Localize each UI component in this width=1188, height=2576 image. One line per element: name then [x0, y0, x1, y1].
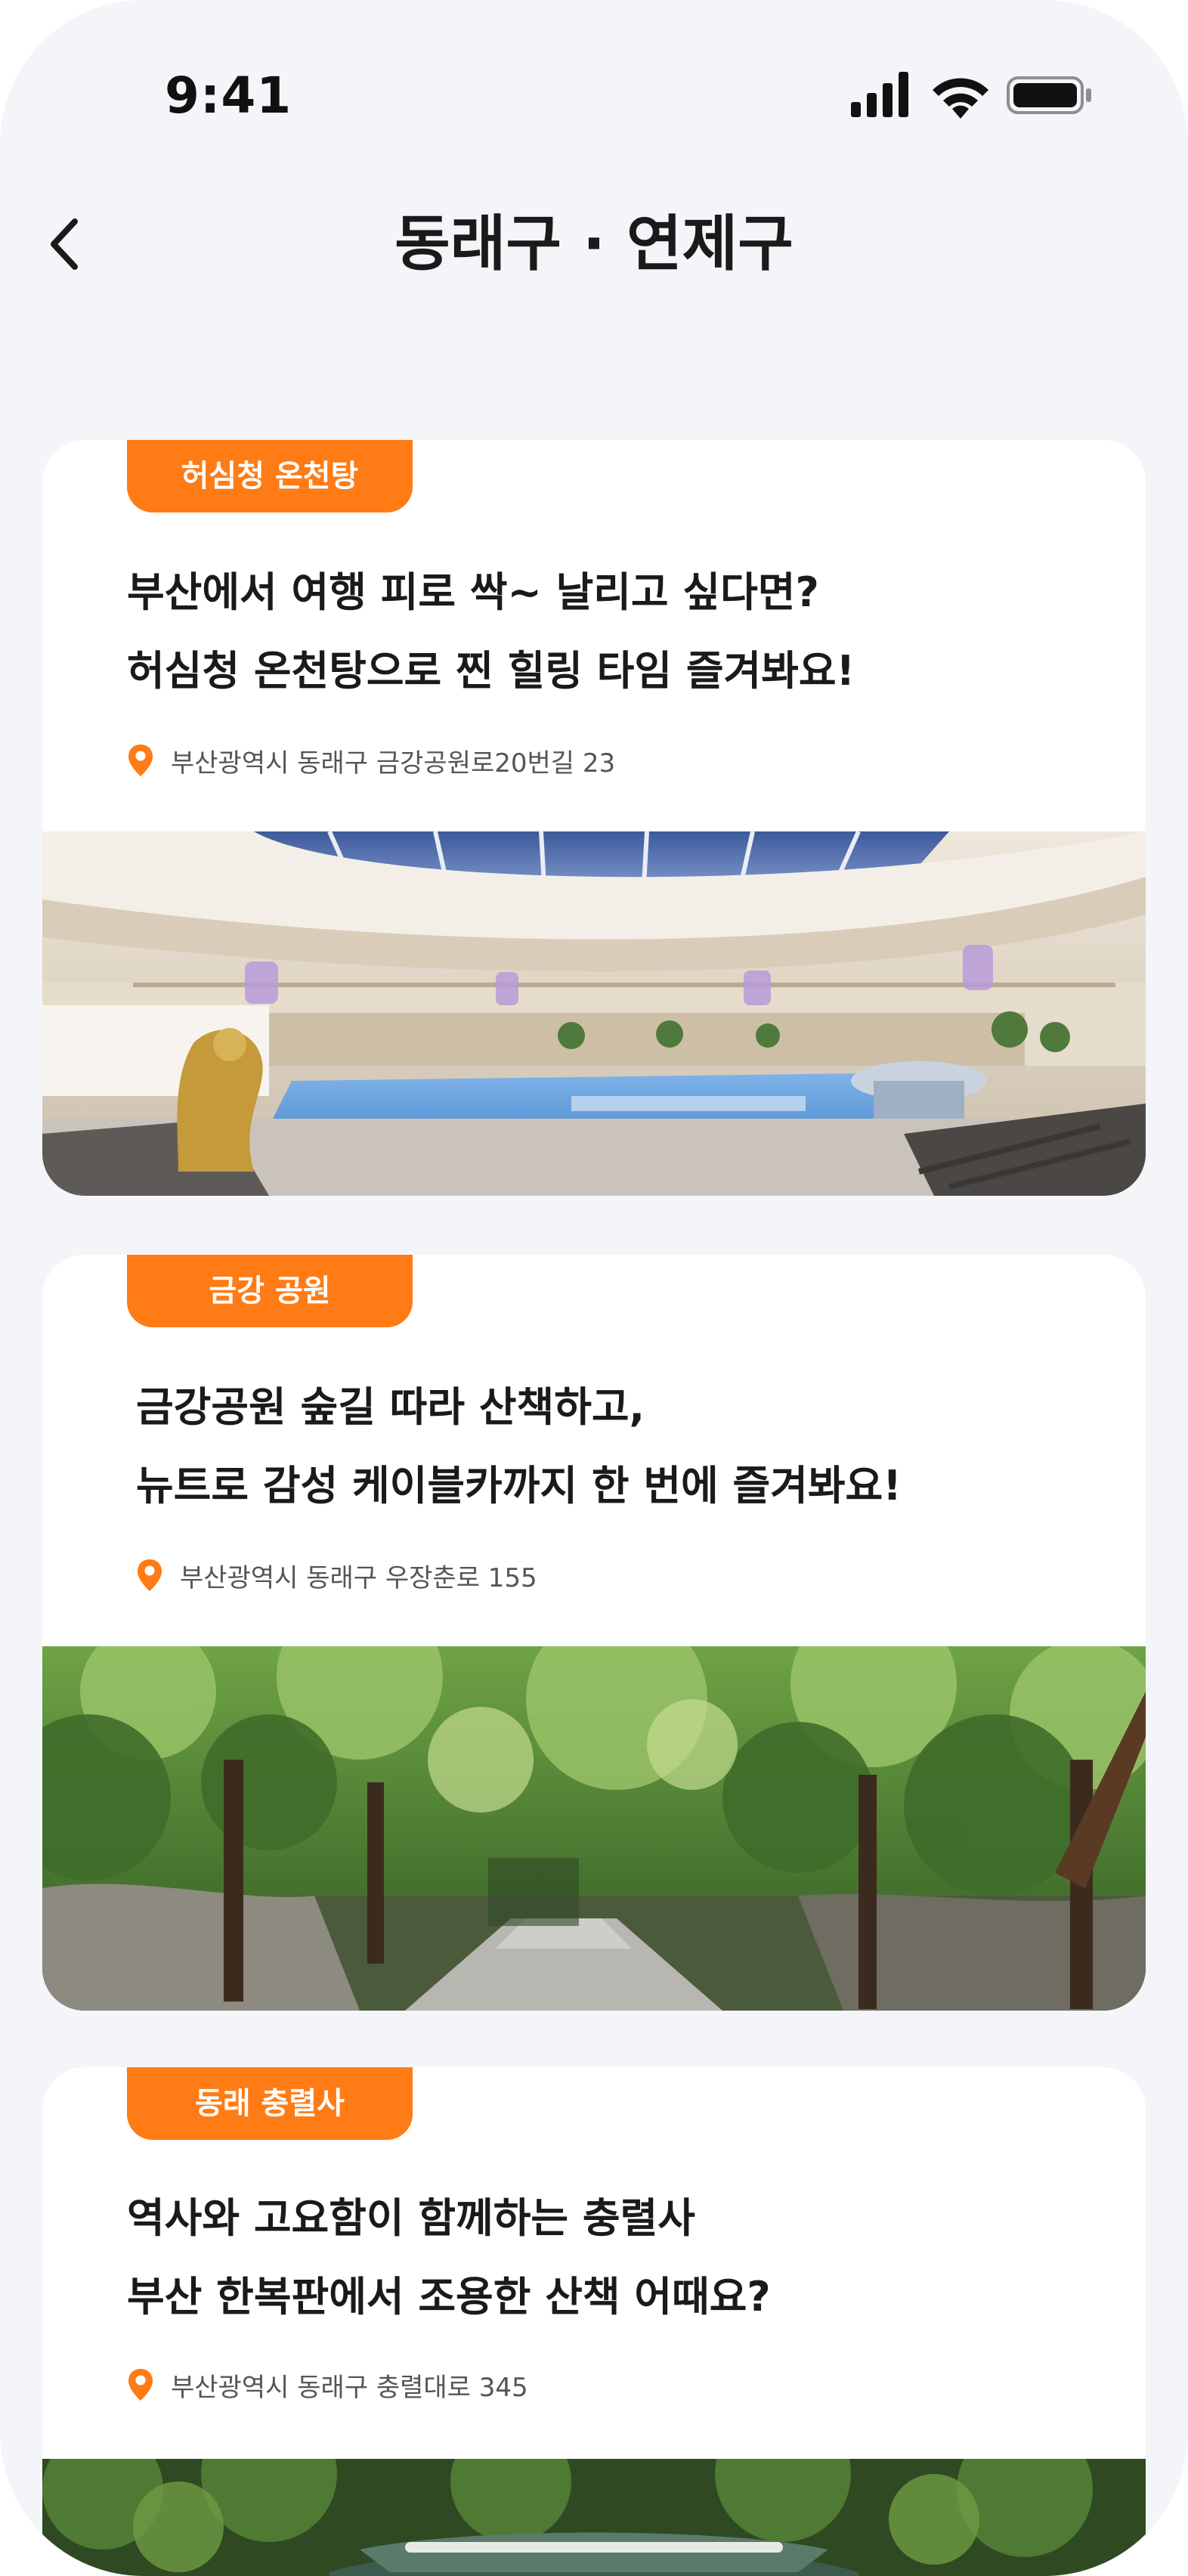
chevron-left-icon	[51, 218, 78, 270]
headline-line-2: 뉴트로 감성 케이블카까지 한 번에 즐겨봐요!	[136, 1462, 902, 1509]
headline-line-1: 부산에서 여행 피로 싹~ 날리고 싶다면?	[127, 568, 819, 616]
address-text: 부산광역시 동래구 충렬대로 345	[171, 2372, 528, 2403]
park-photo	[42, 1646, 1146, 2011]
status-time: 9:41	[165, 67, 292, 125]
card-headline: 부산에서 여행 피로 싹~ 날리고 싶다면? 허심청 온천탕으로 찐 힐링 타임…	[127, 553, 1109, 711]
spa-photo	[42, 831, 1146, 1196]
card-headline: 금강공원 숲길 따라 산책하고, 뉴트로 감성 케이블카까지 한 번에 즐겨봐요…	[136, 1368, 1118, 1525]
status-icons	[851, 72, 1093, 125]
headline-line-1: 역사와 고요함이 함께하는 충렬사	[127, 2194, 695, 2242]
place-card-3[interactable]: 동래 충렬사 역사와 고요함이 함께하는 충렬사 부산 한복판에서 조용한 산책…	[42, 2067, 1146, 2576]
address: 부산광역시 동래구 우장춘로 155	[136, 1554, 537, 1596]
battery-icon	[1007, 76, 1091, 114]
headline-line-1: 금강공원 숲길 따라 산책하고,	[136, 1383, 645, 1431]
place-tag: 허심청 온천탕	[127, 440, 413, 512]
page-title: 동래구 · 연제구	[394, 209, 794, 279]
location-pin-icon	[128, 2369, 153, 2401]
headline-line-2: 부산 한복판에서 조용한 산책 어때요?	[127, 2273, 771, 2321]
address: 부산광역시 동래구 금강공원로20번길 23	[127, 739, 615, 782]
address: 부산광역시 동래구 충렬대로 345	[127, 2364, 528, 2406]
location-pin-icon	[128, 745, 153, 776]
shrine-photo	[42, 2459, 1146, 2576]
address-text: 부산광역시 동래구 금강공원로20번길 23	[171, 748, 616, 779]
app-screen: 9:41 동래구 · 연제구 허심청 온천탕 부산에서 여행 피로 싹~ 날리고…	[0, 0, 1188, 2576]
location-pin-icon	[138, 1559, 162, 1591]
back-button[interactable]	[30, 203, 98, 286]
wifi-icon	[933, 78, 988, 119]
place-card-2[interactable]: 금강 공원 금강공원 숲길 따라 산책하고, 뉴트로 감성 케이블카까지 한 번…	[42, 1255, 1146, 2011]
place-tag: 금강 공원	[127, 1255, 413, 1327]
address-text: 부산광역시 동래구 우장춘로 155	[180, 1562, 537, 1593]
cellular-signal-icon	[851, 72, 908, 117]
card-headline: 역사와 고요함이 함께하는 충렬사 부산 한복판에서 조용한 산책 어때요?	[127, 2179, 1109, 2336]
headline-line-2: 허심청 온천탕으로 찐 힐링 타임 즐겨봐요!	[127, 647, 855, 695]
place-tag: 동래 충렬사	[127, 2067, 413, 2140]
place-card-1[interactable]: 허심청 온천탕 부산에서 여행 피로 싹~ 날리고 싶다면? 허심청 온천탕으로…	[42, 440, 1146, 1196]
